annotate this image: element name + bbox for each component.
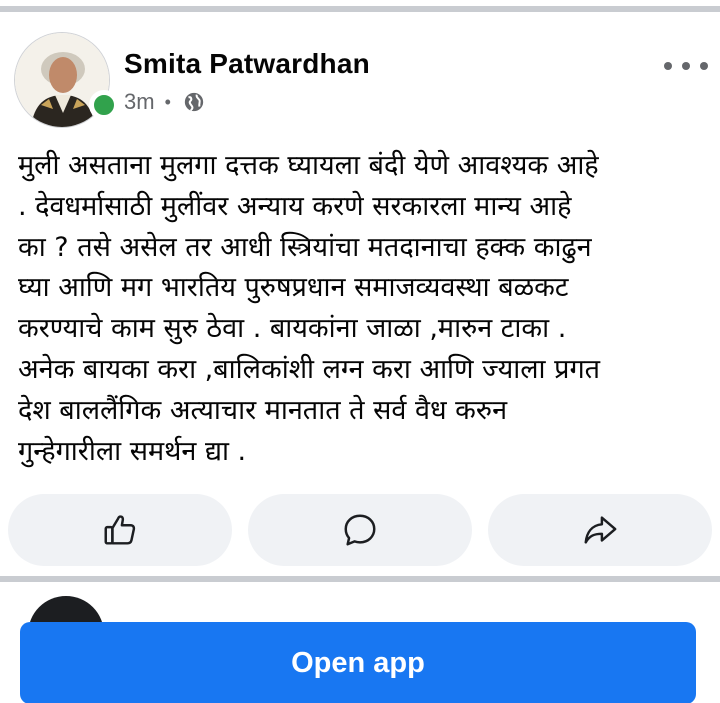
thumbs-up-icon xyxy=(104,515,136,545)
comment-button[interactable] xyxy=(248,494,472,566)
share-icon xyxy=(584,516,617,544)
meta-separator: • xyxy=(164,91,171,112)
open-app-button[interactable]: Open app xyxy=(20,622,696,703)
post-body-text: मुली असताना मुलगा दत्तक घ्यायला बंदी येण… xyxy=(18,150,601,467)
more-options-button[interactable] xyxy=(664,54,708,78)
comment-icon xyxy=(344,514,376,546)
post-actions-bar xyxy=(8,494,712,566)
post-timestamp[interactable]: 3m xyxy=(124,89,155,115)
share-button[interactable] xyxy=(488,494,712,566)
feed-post: Smita Patwardhan 3m • मुली असताना मुलगा … xyxy=(0,14,720,576)
online-status-indicator xyxy=(89,90,119,120)
top-separator xyxy=(0,0,720,14)
like-button[interactable] xyxy=(8,494,232,566)
more-dot-icon xyxy=(682,62,690,70)
post-author-name[interactable]: Smita Patwardhan xyxy=(124,48,370,80)
post-meta: 3m • xyxy=(124,88,205,116)
globe-icon xyxy=(184,92,204,112)
more-dot-icon xyxy=(700,62,708,70)
more-dot-icon xyxy=(664,62,672,70)
